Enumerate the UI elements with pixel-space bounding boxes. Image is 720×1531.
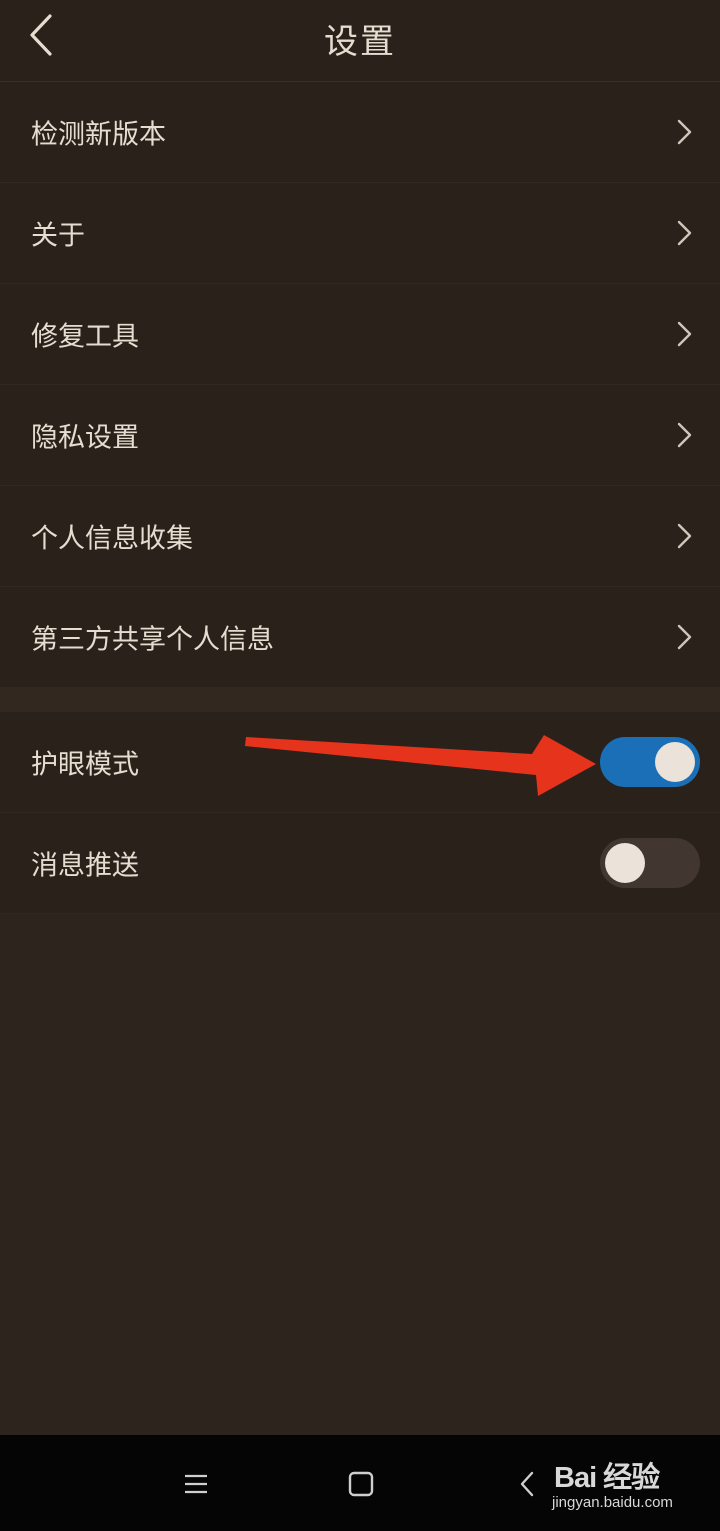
menu-item-label: 个人信息收集 [31, 523, 193, 555]
settings-screen: 设置 检测新版本 关于 修复工具 隐私设置 个人信息收集 第三方共享个人信息 护… [0, 0, 720, 1531]
chevron-right-icon [677, 523, 692, 549]
menu-item-privacy-settings[interactable]: 隐私设置 [0, 385, 720, 486]
toggle-label: 消息推送 [31, 850, 139, 882]
home-square-icon[interactable] [345, 1468, 377, 1500]
chevron-right-icon [677, 220, 692, 246]
menu-item-check-version[interactable]: 检测新版本 [0, 82, 720, 183]
eye-protection-toggle[interactable] [600, 737, 700, 787]
toggle-knob [605, 843, 645, 883]
baidu-jingyan-watermark: Bai 经验 jingyan.baidu.com [548, 1452, 713, 1518]
toggle-label: 护眼模式 [31, 749, 139, 781]
menu-item-about[interactable]: 关于 [0, 183, 720, 284]
menu-item-label: 第三方共享个人信息 [31, 624, 274, 656]
menu-item-label: 修复工具 [31, 321, 139, 353]
header-bar: 设置 [0, 0, 720, 82]
toggle-row-push-notifications: 消息推送 [0, 813, 720, 914]
menu-item-repair-tool[interactable]: 修复工具 [0, 284, 720, 385]
menu-item-label: 关于 [31, 220, 85, 252]
section-divider [0, 688, 720, 712]
watermark-logo: Bai 经验 [554, 1462, 660, 1494]
chevron-right-icon [677, 321, 692, 347]
toggle-row-eye-protection: 护眼模式 [0, 712, 720, 813]
menu-item-label: 检测新版本 [31, 119, 166, 151]
push-notifications-toggle[interactable] [600, 838, 700, 888]
menu-item-third-party-sharing[interactable]: 第三方共享个人信息 [0, 587, 720, 688]
menu-icon[interactable] [180, 1468, 212, 1500]
watermark-url: jingyan.baidu.com [552, 1494, 673, 1511]
chevron-right-icon [677, 119, 692, 145]
settings-list: 检测新版本 关于 修复工具 隐私设置 个人信息收集 第三方共享个人信息 护眼模式 [0, 82, 720, 914]
back-icon[interactable] [512, 1468, 544, 1500]
toggle-knob [655, 742, 695, 782]
chevron-right-icon [677, 624, 692, 650]
chevron-right-icon [677, 422, 692, 448]
menu-item-personal-info-collection[interactable]: 个人信息收集 [0, 486, 720, 587]
menu-item-label: 隐私设置 [31, 422, 139, 454]
page-title: 设置 [324, 22, 396, 62]
